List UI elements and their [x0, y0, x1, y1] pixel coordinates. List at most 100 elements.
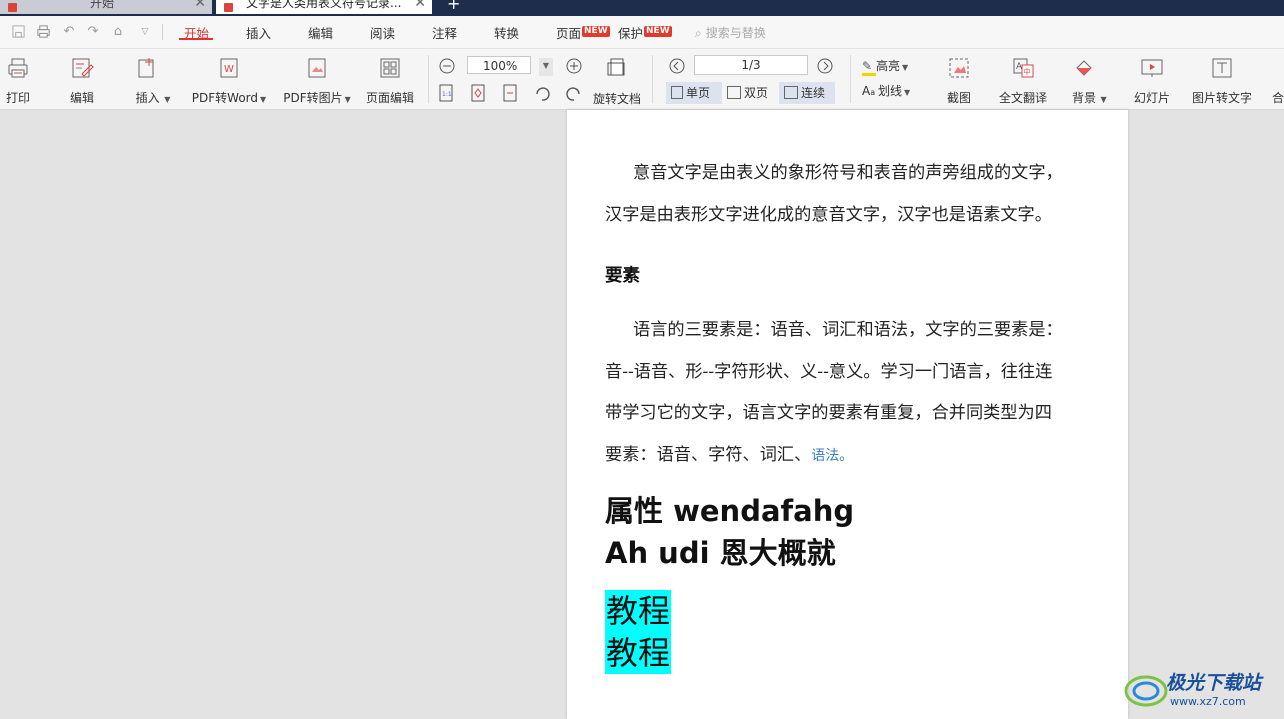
edit-document-icon: [72, 58, 94, 78]
new-tab-button[interactable]: +: [447, 0, 460, 13]
section-heading: 要素: [605, 266, 640, 286]
grammar-link[interactable]: 语法。: [811, 448, 853, 464]
rotate-right-icon[interactable]: [565, 85, 583, 103]
search-placeholder: 搜索与替换: [705, 26, 766, 40]
redo-icon[interactable]: ↷: [85, 24, 101, 40]
watermark-url: www.xz7.com: [1170, 695, 1246, 708]
pdf-to-image-label: PDF转图片 ▼: [280, 89, 354, 106]
slideshow-button[interactable]: 幻灯片: [1130, 49, 1174, 107]
tab-home-label: 开始: [90, 0, 115, 10]
image-to-text-icon: [1212, 58, 1232, 78]
menu-tab-insert[interactable]: 插入: [246, 23, 271, 42]
highlighter-icon: ✎: [862, 59, 876, 76]
screenshot-label: 截图: [946, 91, 971, 105]
large-text-line-2: Ah udi 恩大概就: [605, 536, 836, 570]
highlight-label: 高亮: [876, 59, 901, 73]
zoom-out-icon[interactable]: [438, 57, 456, 75]
background-label-text: 背景: [1072, 91, 1097, 105]
image-to-text-button[interactable]: 图片转文字: [1188, 49, 1256, 107]
highlighted-text-1: 教程: [605, 590, 672, 632]
menu-tab-page[interactable]: 页面 NEW: [556, 23, 610, 42]
rotate-document-label: 旋转文档: [592, 92, 641, 106]
screenshot-button[interactable]: 截图: [940, 49, 978, 107]
paint-bucket-icon: [1076, 60, 1092, 76]
customize-dropdown-icon[interactable]: ▽: [137, 24, 153, 40]
svg-text:中: 中: [1024, 67, 1031, 76]
print-button[interactable]: 打印: [0, 49, 36, 107]
menu-tab-read[interactable]: 阅读: [370, 23, 395, 42]
next-page-icon[interactable]: [816, 57, 834, 75]
full-translate-button[interactable]: A中 全文翻译: [994, 49, 1052, 107]
actual-size-icon[interactable]: 1:1: [437, 84, 455, 102]
continuous-label: 连续: [801, 86, 826, 100]
double-page-icon: [727, 86, 741, 99]
paragraph-2-line-3: 带学习它的文字，语言文字的要素有重复，合并同类型为四: [605, 403, 1052, 423]
title-bar: 开始 ✕ 文字是人类用表义符号记录... ✕ +: [0, 0, 1284, 16]
single-page-button[interactable]: 单页: [666, 82, 722, 104]
save-icon[interactable]: [10, 24, 26, 40]
home-icon[interactable]: ⌂: [110, 24, 126, 40]
insert-label: 插入 ▼: [126, 89, 180, 106]
menu-tab-edit[interactable]: 编辑: [308, 23, 333, 42]
page-edit-button[interactable]: 页面编辑: [362, 49, 418, 107]
new-badge: NEW: [582, 26, 610, 37]
single-page-icon: [671, 86, 683, 99]
strikethrough-icon: Aa: [862, 84, 876, 98]
previous-page-icon[interactable]: [668, 57, 686, 75]
paragraph-2-line-4: 要素：语音、字符、词汇、语法。: [605, 440, 1091, 465]
strikethrough-label: 划线: [878, 84, 903, 98]
tab-home[interactable]: 开始 ✕: [0, 0, 212, 14]
undo-icon[interactable]: ↶: [61, 24, 77, 40]
paragraph-2-line-4-text: 要素：语音、字符、词汇、: [605, 445, 812, 465]
screenshot-icon: [949, 58, 969, 78]
insert-page-icon: [138, 58, 154, 78]
ribbon-toolbar: 打印 编辑 插入 ▼ W PDF转Word ▼ PDF转图片 ▼ 页面编辑 100%…: [0, 49, 1284, 110]
tab-document[interactable]: 文字是人类用表义符号记录... ✕: [216, 0, 432, 14]
zoom-input[interactable]: 100%: [467, 56, 531, 74]
divider: [162, 24, 163, 40]
pdf-to-image-button[interactable]: PDF转图片 ▼: [280, 49, 354, 107]
pdf-to-word-button[interactable]: W PDF转Word ▼: [188, 49, 270, 107]
search-input[interactable]: ⌕ 搜索与替换: [695, 24, 766, 41]
printer-icon: [8, 58, 28, 78]
divider: [652, 55, 653, 103]
dropdown-caret-icon: ▼: [1098, 95, 1107, 104]
background-button[interactable]: 背景 ▼: [1066, 49, 1118, 107]
paragraph-1-line-1: 意音文字是由表义的象形符号和表音的声旁组成的文字，: [633, 163, 1063, 183]
fit-width-icon[interactable]: [501, 84, 519, 102]
page-number-input[interactable]: 1/3: [694, 55, 808, 75]
zoom-in-icon[interactable]: [565, 57, 583, 75]
rotate-document-button[interactable]: 旋转文档: [590, 49, 644, 107]
continuous-button[interactable]: 连续: [779, 82, 835, 104]
strikethrough-button[interactable]: Aa 划线 ▼: [862, 82, 910, 99]
edit-button[interactable]: 编辑: [62, 49, 102, 107]
insert-button[interactable]: 插入 ▼: [126, 49, 180, 107]
single-page-label: 单页: [686, 86, 711, 100]
pdf-to-word-icon: W: [220, 58, 238, 78]
print-quick-icon[interactable]: [35, 24, 51, 40]
highlight-button[interactable]: ✎ 高亮 ▼: [862, 57, 908, 76]
svg-text:W: W: [224, 64, 234, 75]
menu-tab-convert[interactable]: 转换: [494, 23, 519, 42]
edit-label: 编辑: [69, 91, 94, 105]
rotate-left-icon[interactable]: [533, 85, 551, 103]
search-icon: ⌕: [695, 26, 702, 40]
double-page-button[interactable]: 双页: [722, 82, 778, 104]
dropdown-caret-icon: ▼: [902, 63, 909, 72]
pdf-to-image-icon: [308, 58, 326, 78]
zoom-dropdown-icon[interactable]: ▼: [539, 58, 553, 76]
svg-text:1:1: 1:1: [442, 91, 452, 98]
document-workspace: 意音文字是由表义的象形符号和表音的声旁组成的文字， 汉字是由表形文字进化成的意音…: [0, 110, 1284, 719]
fit-page-icon[interactable]: [469, 84, 487, 102]
tab-document-label: 文字是人类用表义符号记录...: [246, 0, 402, 10]
print-label: 打印: [5, 91, 30, 105]
dropdown-caret-icon: ▼: [260, 95, 267, 104]
more-tools-label[interactable]: 合: [1272, 89, 1284, 106]
close-icon[interactable]: ✕: [414, 0, 426, 14]
image-to-text-label: 图片转文字: [1191, 91, 1252, 105]
close-icon[interactable]: ✕: [194, 0, 206, 14]
menu-tab-annotate[interactable]: 注释: [432, 23, 457, 42]
highlighted-text-2: 教程: [605, 632, 672, 674]
page-grid-icon: [380, 58, 400, 78]
menu-tab-protect[interactable]: 保护 NEW: [618, 23, 672, 42]
